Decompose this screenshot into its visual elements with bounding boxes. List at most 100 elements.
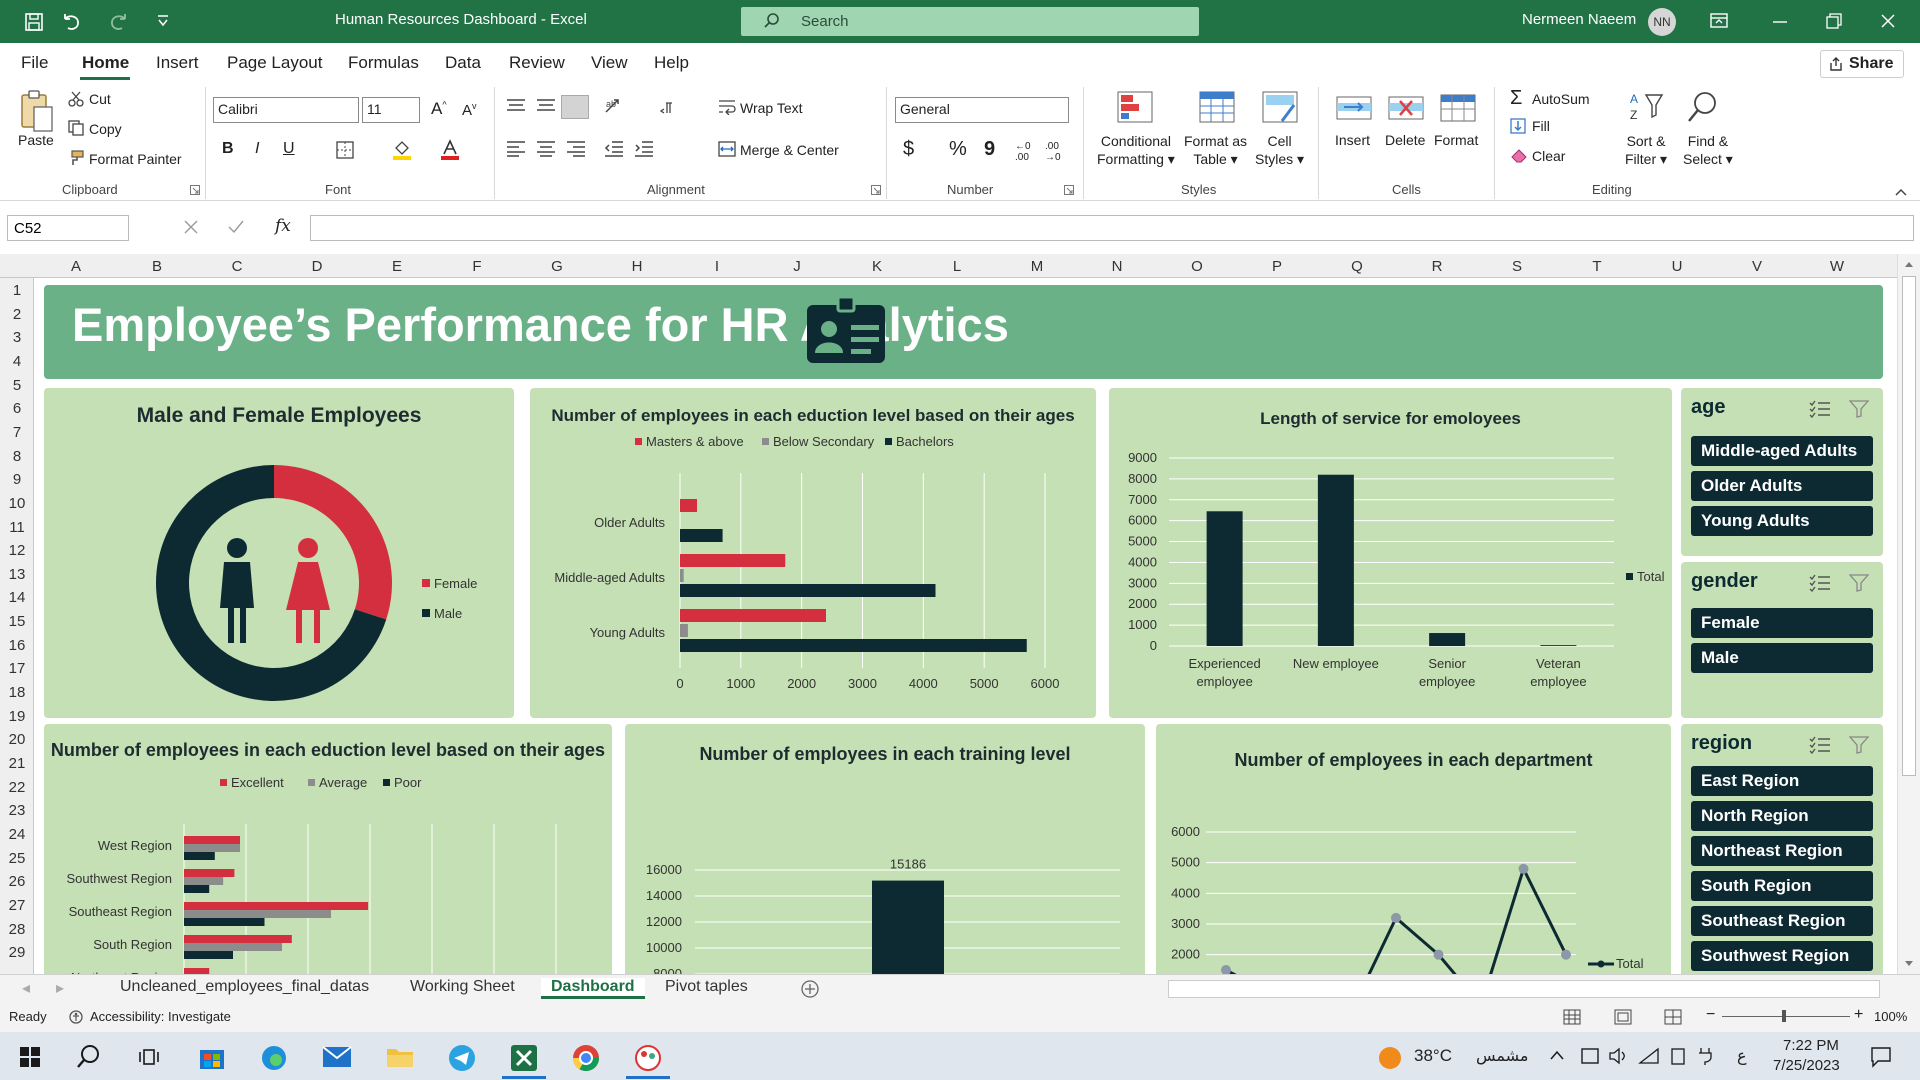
multi-select-icon[interactable] [1809, 736, 1831, 754]
ribbon-display-options-icon[interactable] [1710, 13, 1728, 29]
decrease-decimal-button[interactable]: .00 →0 [1045, 141, 1061, 163]
merge-center-icon[interactable] [718, 141, 736, 157]
save-icon[interactable] [24, 12, 44, 32]
column-header-R[interactable]: R [1397, 258, 1477, 275]
column-header-L[interactable]: L [917, 258, 997, 275]
row-header-26[interactable]: 26 [0, 873, 34, 890]
normal-view-icon[interactable] [1563, 1009, 1581, 1025]
middle-align-icon[interactable] [536, 99, 556, 113]
weather-temperature[interactable]: 38°C [1414, 1046, 1452, 1066]
insert-cells-label[interactable]: Insert [1335, 132, 1370, 148]
wifi-icon[interactable] [1638, 1046, 1660, 1066]
insert-function-button[interactable]: fx [275, 216, 291, 236]
row-header-1[interactable]: 1 [0, 282, 34, 299]
column-header-P[interactable]: P [1237, 258, 1317, 275]
row-header-21[interactable]: 21 [0, 755, 34, 772]
horizontal-scrollbar[interactable] [1168, 980, 1880, 998]
slicer-item-female[interactable]: Female [1691, 608, 1873, 638]
plug-icon[interactable] [1696, 1046, 1716, 1066]
row-header-28[interactable]: 28 [0, 921, 34, 938]
scroll-thumb[interactable] [1902, 276, 1916, 776]
column-header-S[interactable]: S [1477, 258, 1557, 275]
row-header-8[interactable]: 8 [0, 448, 34, 465]
menu-page-layout[interactable]: Page Layout [227, 53, 322, 73]
conditional-formatting-icon[interactable] [1117, 91, 1153, 125]
tab-dashboard[interactable]: Dashboard [541, 978, 645, 999]
row-header-12[interactable]: 12 [0, 542, 34, 559]
row-header-17[interactable]: 17 [0, 660, 34, 677]
edge-icon[interactable] [260, 1044, 288, 1072]
fill-label[interactable]: Fill [1532, 118, 1550, 134]
windows-start-icon[interactable] [20, 1047, 40, 1067]
row-header-27[interactable]: 27 [0, 897, 34, 914]
training-bar-chart[interactable]: 600080001000012000140001600015186 [625, 764, 1145, 974]
find-select-icon[interactable] [1685, 89, 1721, 125]
menu-data[interactable]: Data [445, 53, 481, 73]
cut-label[interactable]: Cut [89, 91, 111, 107]
service-bar-chart[interactable]: 0 1000 2000 3000 4000 5000 6000 7000 8000 9000 Exp… [1109, 428, 1672, 718]
increase-indent-icon[interactable] [634, 141, 654, 157]
format-cells-icon[interactable] [1440, 89, 1476, 125]
row-header-3[interactable]: 3 [0, 329, 34, 346]
slicer-item-middle-aged[interactable]: Middle-aged Adults [1691, 436, 1873, 466]
row-header-2[interactable]: 2 [0, 306, 34, 323]
alignment-launcher-icon[interactable] [871, 185, 881, 195]
page-layout-view-icon[interactable] [1614, 1009, 1632, 1025]
mail-icon[interactable] [322, 1046, 352, 1068]
taskbar-search-icon[interactable] [76, 1044, 102, 1070]
zoom-slider-thumb[interactable] [1782, 1010, 1786, 1022]
sort-filter-icon[interactable]: AZ [1628, 89, 1664, 125]
grow-font-button[interactable]: A^ [431, 99, 447, 119]
zoom-level[interactable]: 100% [1874, 1009, 1907, 1024]
column-header-T[interactable]: T [1557, 258, 1637, 275]
italic-button[interactable]: I [255, 140, 259, 158]
multi-select-icon[interactable] [1809, 574, 1831, 592]
wrap-text-icon[interactable] [718, 99, 736, 115]
column-header-G[interactable]: G [517, 258, 597, 275]
row-header-16[interactable]: 16 [0, 637, 34, 654]
align-center-icon[interactable] [536, 141, 556, 157]
task-view-icon[interactable] [138, 1047, 160, 1067]
bold-button[interactable]: B [222, 140, 234, 158]
conditional-formatting-label[interactable]: Conditional Formatting ▾ [1097, 132, 1175, 168]
slicer-item-northeast[interactable]: Northeast Region [1691, 836, 1873, 866]
menu-file[interactable]: File [21, 53, 48, 73]
format-as-table-icon[interactable] [1199, 91, 1235, 125]
row-header-14[interactable]: 14 [0, 589, 34, 606]
shrink-font-button[interactable]: Av [462, 101, 477, 119]
zoom-in-button[interactable]: + [1854, 1006, 1863, 1024]
share-button[interactable]: Share [1820, 50, 1904, 78]
clear-filter-icon[interactable] [1849, 574, 1871, 592]
format-as-table-label[interactable]: Format as Table ▾ [1184, 132, 1247, 168]
row-header-5[interactable]: 5 [0, 377, 34, 394]
cancel-entry-icon[interactable] [184, 220, 198, 234]
insert-cells-icon[interactable] [1336, 91, 1372, 125]
department-line-chart[interactable]: 100020003000400050006000Total [1156, 764, 1671, 974]
scroll-up-icon[interactable] [1904, 260, 1914, 268]
row-header-24[interactable]: 24 [0, 826, 34, 843]
volume-icon[interactable] [1608, 1046, 1630, 1066]
font-color-icon[interactable] [440, 139, 460, 161]
row-header-6[interactable]: 6 [0, 400, 34, 417]
merge-center-label[interactable]: Merge & Center [740, 142, 839, 158]
delete-cells-icon[interactable] [1388, 91, 1424, 125]
zoom-out-button[interactable]: − [1706, 1006, 1715, 1024]
cell-styles-icon[interactable] [1262, 91, 1298, 125]
tab-nav-next[interactable]: ▸ [56, 978, 64, 998]
slicer-item-east[interactable]: East Region [1691, 766, 1873, 796]
customize-qat-icon[interactable] [157, 14, 169, 28]
menu-view[interactable]: View [591, 53, 628, 73]
accessibility-icon[interactable] [68, 1009, 84, 1025]
top-align-icon[interactable] [506, 99, 526, 113]
copy-label[interactable]: Copy [89, 121, 122, 137]
currency-button[interactable]: $ [903, 138, 914, 161]
add-sheet-icon[interactable] [800, 979, 820, 999]
row-header-9[interactable]: 9 [0, 471, 34, 488]
bottom-align-button[interactable] [561, 95, 589, 119]
multi-select-icon[interactable] [1809, 400, 1831, 418]
column-header-J[interactable]: J [757, 258, 837, 275]
clear-filter-icon[interactable] [1849, 736, 1871, 754]
tab-uncleaned[interactable]: Uncleaned_employees_final_datas [120, 978, 369, 996]
cut-icon[interactable] [68, 91, 84, 107]
paste-icon[interactable] [18, 89, 54, 133]
